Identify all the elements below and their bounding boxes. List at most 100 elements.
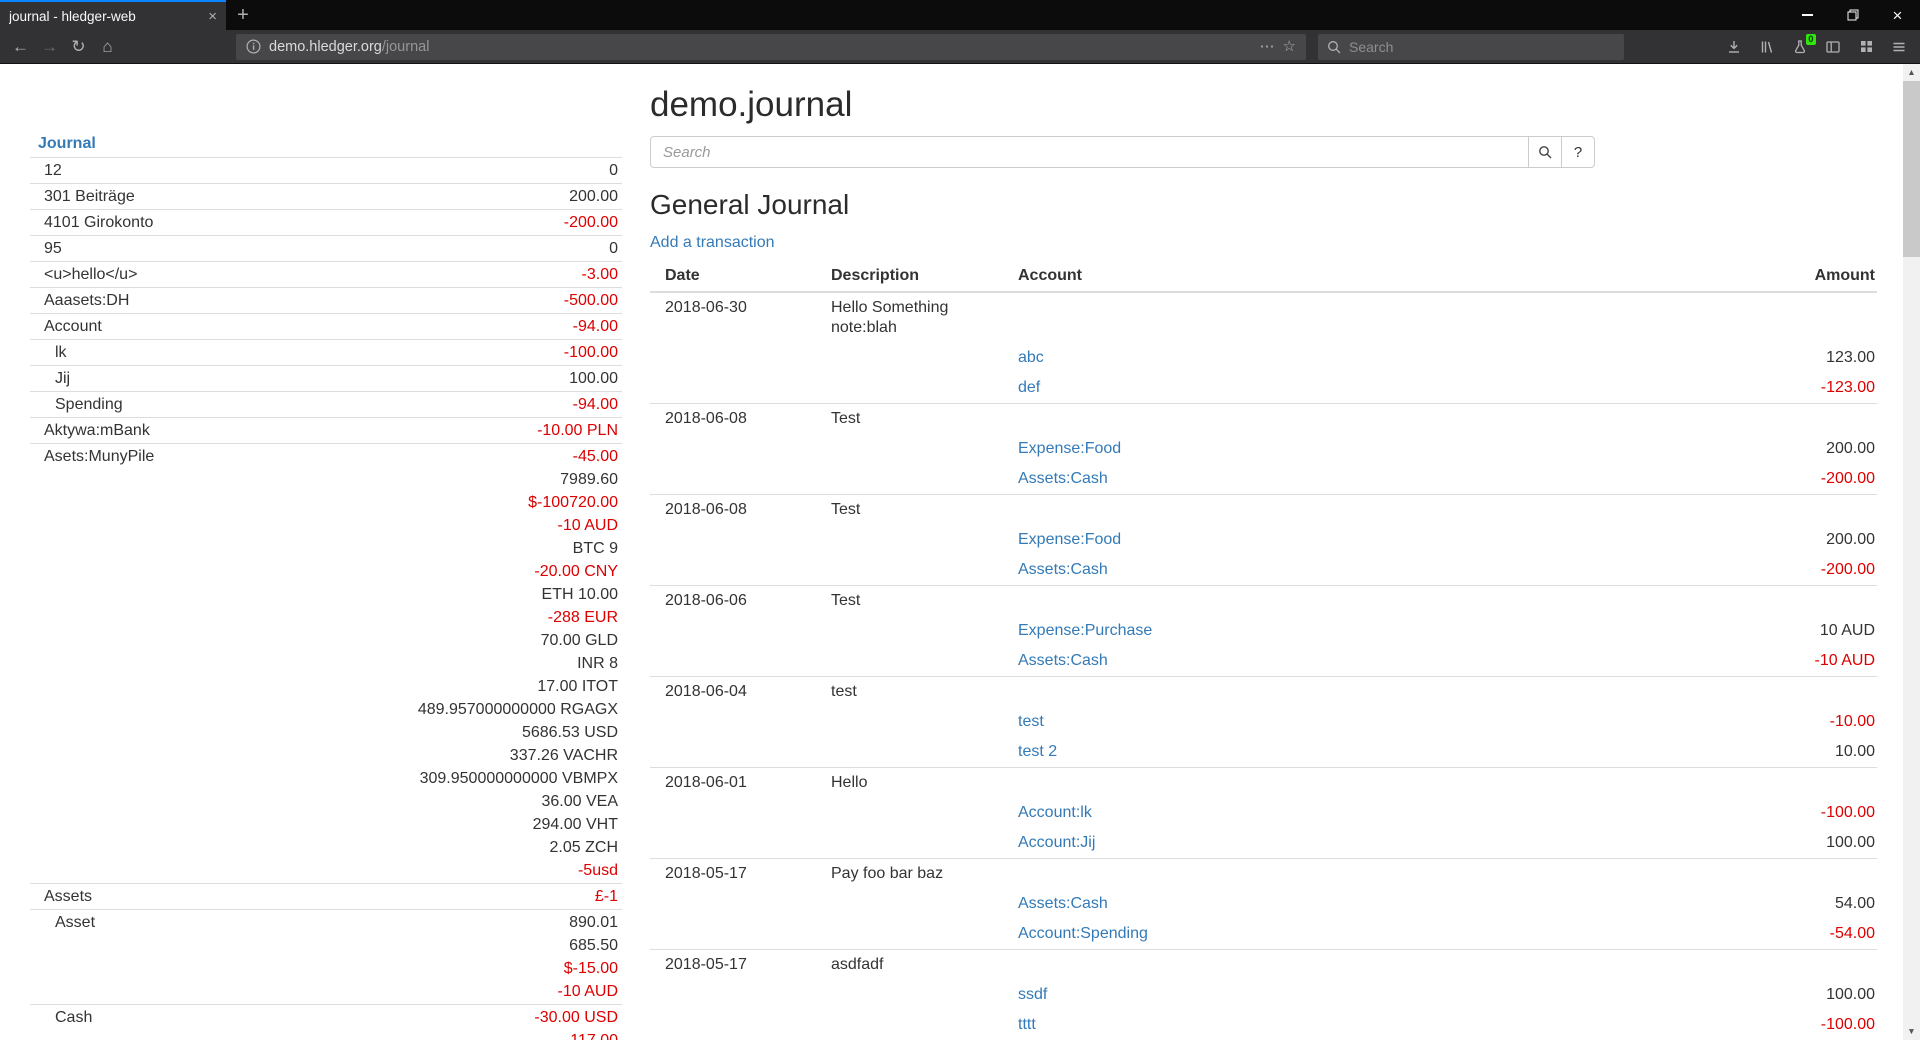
sidebar-account-row[interactable]: Asets:MunyPile-45.007989.60$-100720.00-1…: [30, 443, 622, 883]
site-info-icon[interactable]: [246, 39, 261, 54]
scrollbar-thumb[interactable]: [1903, 81, 1920, 257]
scroll-up-arrow[interactable]: ▲: [1903, 64, 1920, 81]
posting-account-link[interactable]: Expense:Food: [1018, 440, 1121, 457]
balance-amount: 36.00 VEA: [418, 790, 618, 813]
minimize-button[interactable]: [1785, 0, 1830, 30]
sidebar-account-balance: 100.00: [569, 367, 622, 390]
posting-account-link[interactable]: Expense:Food: [1018, 531, 1121, 548]
posting-account-link[interactable]: tttt: [1018, 1016, 1036, 1033]
page-actions-icon[interactable]: ⋯: [1260, 39, 1275, 54]
transaction-block: 2018-06-30Hello Something note:blahabc12…: [650, 292, 1877, 403]
extension-badge: 0: [1806, 34, 1816, 45]
balance-amount: -45.00: [418, 445, 618, 468]
transaction-title-row: 2018-06-06Test: [650, 586, 1877, 616]
menu-button[interactable]: [1886, 34, 1912, 60]
sidebar-account-link[interactable]: 95: [30, 237, 62, 260]
journal-search-input[interactable]: [650, 136, 1529, 168]
home-button[interactable]: ⌂: [93, 33, 122, 61]
sidebar-account-link[interactable]: 301 Beiträge: [30, 185, 135, 208]
sidebar-account-row[interactable]: 950: [30, 235, 622, 261]
search-help-button[interactable]: ?: [1561, 136, 1595, 168]
sidebar-account-link[interactable]: Aaasets:DH: [30, 289, 129, 312]
sidebar-account-row[interactable]: Cash -30.00 USD-117.00: [30, 1004, 622, 1040]
posting-account-link[interactable]: Assets:Cash: [1018, 895, 1108, 912]
restore-button[interactable]: [1830, 0, 1875, 30]
sidebar-account-link[interactable]: Cash: [30, 1006, 92, 1040]
sidebar-account-link[interactable]: lk: [30, 341, 67, 364]
sidebar-account-link[interactable]: <u>hello</u>: [30, 263, 137, 286]
close-window-button[interactable]: ×: [1875, 0, 1920, 30]
sidebar-account-row[interactable]: Asset890.01685.50$-15.00-10 AUD: [30, 909, 622, 1004]
url-bar[interactable]: demo.hledger.org/journal ⋯ ☆: [236, 34, 1306, 60]
sidebar-account-row[interactable]: Assets£-1: [30, 883, 622, 909]
sidebar-account-row[interactable]: lk-100.00: [30, 339, 622, 365]
sidebar-account-row[interactable]: Spending-94.00: [30, 391, 622, 417]
sidebar-account-row[interactable]: 301 Beiträge200.00: [30, 183, 622, 209]
journal-table-header: Date Description Account Amount: [650, 261, 1877, 292]
balance-amount: 294.00 VHT: [418, 813, 618, 836]
sidebar-account-row[interactable]: <u>hello</u> -3.00: [30, 261, 622, 287]
transaction-title-row: 2018-06-08Test: [650, 495, 1877, 525]
reload-button[interactable]: ↻: [64, 33, 93, 61]
extension-flask-button[interactable]: 0: [1787, 34, 1813, 60]
add-transaction-link[interactable]: Add a transaction: [650, 234, 775, 252]
bookmark-star-icon[interactable]: ☆: [1283, 39, 1296, 54]
posting-account-link[interactable]: Account:lk: [1018, 804, 1092, 821]
sidebar-account-link[interactable]: Assets: [30, 885, 92, 908]
sidebar-journal-link[interactable]: Journal: [38, 135, 96, 152]
tab-close-icon[interactable]: ×: [208, 9, 217, 24]
balance-amount: ETH 10.00: [418, 583, 618, 606]
transaction-block: 2018-06-04testtest-10.00test 210.00: [650, 676, 1877, 767]
sidebar-account-row[interactable]: 4101 Girokonto-200.00: [30, 209, 622, 235]
browser-nav-bar: ← → ↻ ⌂ demo.hledger.org/journal ⋯ ☆: [0, 30, 1920, 64]
downloads-button[interactable]: [1721, 34, 1747, 60]
balance-amount: -3.00: [582, 263, 618, 286]
transaction-block: 2018-06-08TestExpense:Food200.00Assets:C…: [650, 403, 1877, 494]
sidebar-account-row[interactable]: 120: [30, 157, 622, 183]
posting-account-link[interactable]: Expense:Purchase: [1018, 622, 1152, 639]
browser-search-input[interactable]: [1349, 39, 1615, 55]
posting-account-link[interactable]: ssdf: [1018, 986, 1047, 1003]
sidebar-account-link[interactable]: Asets:MunyPile: [30, 445, 154, 882]
grid-button[interactable]: [1853, 34, 1879, 60]
sidebar-account-link[interactable]: Asset: [30, 911, 95, 1003]
library-icon: [1759, 39, 1775, 55]
forward-button[interactable]: →: [35, 33, 64, 61]
sidebar-account-link[interactable]: Account: [30, 315, 102, 338]
posting-account-link[interactable]: Account:Spending: [1018, 925, 1148, 942]
posting-amount: -200.00: [1647, 555, 1877, 585]
posting-account-link[interactable]: Assets:Cash: [1018, 470, 1108, 487]
posting-account-link[interactable]: test 2: [1018, 743, 1057, 760]
browser-search-box[interactable]: [1318, 34, 1624, 60]
transaction-description: asdfadf: [831, 950, 1018, 980]
transaction-description: Hello Something note:blah: [831, 293, 1018, 343]
download-icon: [1726, 39, 1742, 55]
sidebar-account-row[interactable]: Aktywa:mBank-10.00 PLN: [30, 417, 622, 443]
sidebar-account-row[interactable]: Jij 100.00: [30, 365, 622, 391]
journal-search-button[interactable]: [1528, 136, 1562, 168]
sidebar-account-link[interactable]: 12: [30, 159, 62, 182]
browser-tab[interactable]: journal - hledger-web ×: [0, 0, 226, 30]
new-tab-button[interactable]: +: [226, 0, 260, 30]
sidebar-account-row[interactable]: Account-94.00: [30, 313, 622, 339]
posting-account-link[interactable]: abc: [1018, 349, 1044, 366]
sidebar-account-row[interactable]: Aaasets:DH-500.00: [30, 287, 622, 313]
sidebar-account-link[interactable]: Aktywa:mBank: [30, 419, 150, 442]
posting-row: Expense:Purchase10 AUD: [650, 616, 1877, 646]
sidebar-account-link[interactable]: Jij: [30, 367, 70, 390]
posting-account-link[interactable]: Account:Jij: [1018, 834, 1095, 851]
posting-row: test 210.00: [650, 737, 1877, 767]
sidebar-account-link[interactable]: 4101 Girokonto: [30, 211, 153, 234]
posting-account-link[interactable]: Assets:Cash: [1018, 652, 1108, 669]
posting-account-link[interactable]: def: [1018, 379, 1040, 396]
scroll-down-arrow[interactable]: ▼: [1903, 1023, 1920, 1040]
page-scrollbar[interactable]: ▲ ▼: [1903, 64, 1920, 1040]
sidebar-toggle-button[interactable]: [1820, 34, 1846, 60]
posting-account-link[interactable]: Assets:Cash: [1018, 561, 1108, 578]
posting-account-link[interactable]: test: [1018, 713, 1044, 730]
balance-amount: 17.00 ITOT: [418, 675, 618, 698]
sidebar-account-balance: -30.00 USD-117.00: [534, 1006, 622, 1040]
sidebar-account-link[interactable]: Spending: [30, 393, 123, 416]
back-button[interactable]: ←: [6, 33, 35, 61]
library-button[interactable]: [1754, 34, 1780, 60]
